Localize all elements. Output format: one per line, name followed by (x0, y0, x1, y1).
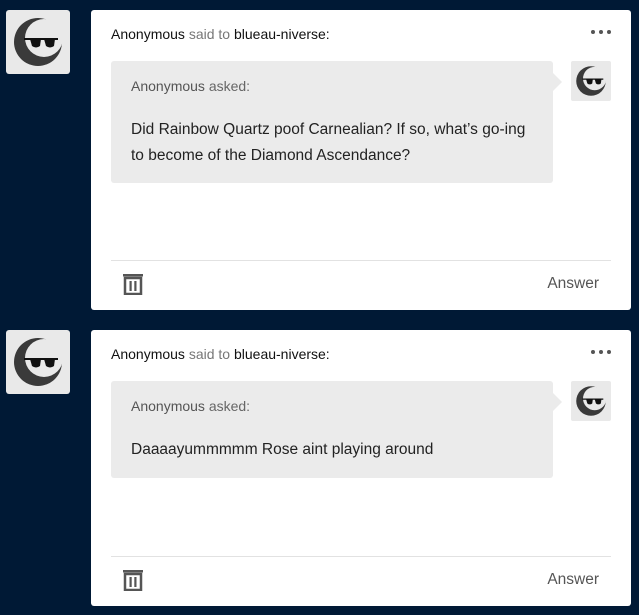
more-dot (607, 30, 611, 34)
delete-button[interactable] (123, 273, 143, 296)
asker-avatar[interactable] (571, 61, 611, 101)
asked-label: asked: (208, 78, 251, 94)
anonymous-sunglasses-icon (576, 386, 607, 416)
asked-line: Anonymous asked: (131, 398, 250, 414)
post-header: Anonymous said to blueau-niverse: (111, 346, 330, 362)
ask-post: Anonymous said to blueau-niverse: Anonym… (0, 330, 639, 606)
asker-avatar[interactable] (571, 381, 611, 421)
recipient-name[interactable]: blueau-niverse: (234, 26, 330, 42)
trash-icon (123, 570, 143, 592)
said-to-label: said to (188, 26, 231, 42)
anonymous-sunglasses-icon (576, 66, 607, 96)
footer-divider (111, 260, 611, 261)
footer-divider (111, 556, 611, 557)
more-options-button[interactable] (591, 344, 611, 360)
asker-name[interactable]: Anonymous (131, 398, 205, 414)
post-header: Anonymous said to blueau-niverse: (111, 26, 330, 42)
answer-button[interactable]: Answer (547, 571, 599, 589)
answer-button[interactable]: Answer (547, 275, 599, 293)
delete-button[interactable] (123, 569, 143, 592)
more-dot (599, 350, 603, 354)
ask-card: Anonymous said to blueau-niverse: Anonym… (91, 10, 631, 310)
more-dots-icon (591, 30, 595, 34)
more-options-button[interactable] (591, 24, 611, 40)
asked-line: Anonymous asked: (131, 78, 250, 94)
ask-post: Anonymous said to blueau-niverse: Anonym… (0, 10, 639, 310)
anonymous-avatar[interactable] (6, 330, 70, 394)
question-text: Daaaayummmmm Rose aint playing around (131, 441, 434, 458)
question-bubble: Anonymous asked: Did Rainbow Quartz poof… (111, 61, 562, 183)
more-dot (599, 30, 603, 34)
trash-icon (123, 274, 143, 296)
ask-card: Anonymous said to blueau-niverse: Anonym… (91, 330, 631, 606)
more-dot (607, 350, 611, 354)
anonymous-avatar[interactable] (6, 10, 70, 74)
question-bubble: Anonymous asked: Daaaayummmmm Rose aint … (111, 381, 562, 478)
sender-name[interactable]: Anonymous (111, 346, 185, 362)
anonymous-sunglasses-icon (14, 18, 63, 66)
recipient-name[interactable]: blueau-niverse: (234, 346, 330, 362)
more-dots-icon (591, 350, 595, 354)
asked-label: asked: (208, 398, 251, 414)
sender-name[interactable]: Anonymous (111, 26, 185, 42)
question-text: Did Rainbow Quartz poof Carnealian? If s… (131, 121, 526, 164)
asker-name[interactable]: Anonymous (131, 78, 205, 94)
said-to-label: said to (188, 346, 231, 362)
anonymous-sunglasses-icon (14, 338, 63, 386)
